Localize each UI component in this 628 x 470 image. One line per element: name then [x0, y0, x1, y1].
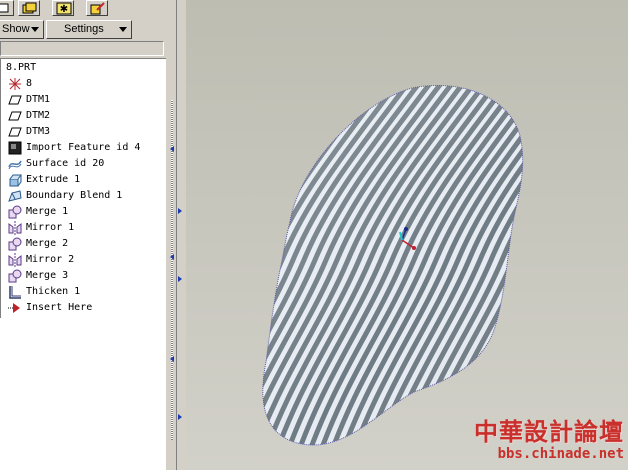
settings-menu-label: Settings: [64, 23, 104, 35]
watermark-url: bbs.chinade.net: [497, 446, 624, 462]
zebra-stripe: [534, 20, 628, 470]
tree-item-label: 8: [26, 78, 33, 89]
site-watermark: 中華設計論壇 bbs.chinade.net: [474, 418, 624, 462]
tree-item-mirror-2[interactable]: Mirror 2: [0, 252, 166, 268]
tree-item-merge-3[interactable]: Merge 3: [0, 268, 166, 284]
merge-icon: [8, 237, 22, 251]
zebra-stripe: [520, 85, 523, 446]
tree-item-extrude[interactable]: Extrude 1: [0, 172, 166, 188]
merge-icon: [8, 205, 22, 219]
zebra-stripe: [567, 20, 628, 470]
boundary-blend-icon: [8, 190, 22, 202]
tree-root-part[interactable]: 8.PRT: [0, 60, 166, 76]
tab-folder-browser[interactable]: [18, 0, 40, 16]
tree-item-dtm3[interactable]: DTM3: [0, 124, 166, 140]
show-menu-label: Show: [2, 23, 30, 35]
expand-right-icon[interactable]: [178, 276, 182, 282]
mirror-icon: [8, 221, 22, 235]
model-tree-pane: ✱ Show Settings 8.PRT 8 DTM1 DTM2 DTM3 I…: [0, 0, 167, 470]
tree-item-import-feature[interactable]: Import Feature id 4: [0, 140, 166, 156]
zebra-stripe: [545, 20, 628, 470]
show-menu-button[interactable]: Show: [0, 20, 44, 39]
zebra-shaded-model[interactable]: [186, 0, 628, 470]
tree-item-label: Merge 2: [26, 238, 69, 249]
zebra-stripe: [589, 20, 628, 470]
collapse-left-icon[interactable]: [170, 146, 174, 152]
collapse-left-icon[interactable]: [170, 254, 174, 260]
navigator-tab-strip: ✱: [0, 0, 166, 18]
connections-icon: [90, 2, 105, 15]
tree-item-mirror-1[interactable]: Mirror 1: [0, 220, 166, 236]
tree-item-label: Mirror 2: [26, 254, 75, 265]
tree-item-label: Surface id 20: [26, 158, 105, 169]
chevron-down-icon: [31, 27, 39, 32]
tab-model-tree[interactable]: [0, 0, 14, 16]
tree-item-label: Boundary Blend 1: [26, 190, 123, 201]
tree-item-dtm1[interactable]: DTM1: [0, 92, 166, 108]
tree-item-label: Merge 1: [26, 206, 69, 217]
tree-item-label: DTM2: [26, 110, 51, 121]
tree-item-label: Extrude 1: [26, 174, 81, 185]
tree-item-merge-1[interactable]: Merge 1: [0, 204, 166, 220]
graphics-viewport[interactable]: 中華設計論壇 bbs.chinade.net: [186, 0, 628, 470]
tree-item-csys[interactable]: 8: [0, 76, 166, 92]
tree-item-label: Import Feature id 4: [26, 142, 141, 153]
datum-plane-icon: [8, 111, 22, 121]
tree-item-thicken[interactable]: Thicken 1: [0, 284, 166, 300]
insert-here-arrow-icon: [8, 303, 20, 313]
tree-item-label: Thicken 1: [26, 286, 81, 297]
watermark-chinese-text: 中華設計論壇: [474, 418, 624, 446]
merge-icon: [8, 269, 22, 283]
tree-item-label: Insert Here: [26, 302, 93, 313]
zebra-stripe: [556, 20, 628, 470]
expand-right-icon[interactable]: [178, 208, 182, 214]
tree-filter-field[interactable]: [0, 41, 164, 56]
tree-item-insert-here[interactable]: Insert Here: [0, 300, 166, 316]
settings-menu-button[interactable]: Settings: [46, 20, 132, 39]
tree-item-dtm2[interactable]: DTM2: [0, 108, 166, 124]
extrude-icon: [9, 174, 22, 187]
import-feature-icon: [8, 141, 22, 155]
model-tree-icon: [0, 3, 9, 13]
chevron-down-icon: [119, 27, 127, 32]
surface-icon: [8, 160, 22, 170]
csys-icon: [9, 78, 21, 90]
pane-splitter[interactable]: [166, 0, 186, 470]
tree-item-label: DTM3: [26, 126, 51, 137]
expand-right-icon[interactable]: [178, 414, 182, 420]
thicken-icon: [9, 286, 21, 299]
zebra-stripe: [509, 85, 523, 446]
tree-item-merge-2[interactable]: Merge 2: [0, 236, 166, 252]
mirror-icon: [8, 253, 22, 267]
tree-item-label: DTM1: [26, 94, 51, 105]
svg-text:✱: ✱: [60, 4, 68, 15]
datum-plane-icon: [8, 95, 22, 105]
zebra-stripe: [487, 85, 523, 446]
zebra-stripe: [498, 85, 523, 446]
splitter-rail: [176, 0, 177, 470]
folders-icon: [22, 2, 37, 14]
favorites-star-icon: ✱: [56, 2, 72, 15]
collapse-left-icon[interactable]: [170, 356, 174, 362]
tab-connections[interactable]: [86, 0, 108, 16]
zebra-stripe: [578, 20, 628, 470]
tab-favorites[interactable]: ✱: [52, 0, 74, 16]
tree-item-boundary-blend[interactable]: Boundary Blend 1: [0, 188, 166, 204]
tree-root-label: 8.PRT: [6, 62, 37, 73]
tree-item-surface[interactable]: Surface id 20: [0, 156, 166, 172]
datum-plane-icon: [8, 127, 22, 137]
tree-item-label: Merge 3: [26, 270, 69, 281]
tree-item-label: Mirror 1: [26, 222, 75, 233]
tree-toolbar: Show Settings: [0, 20, 166, 39]
